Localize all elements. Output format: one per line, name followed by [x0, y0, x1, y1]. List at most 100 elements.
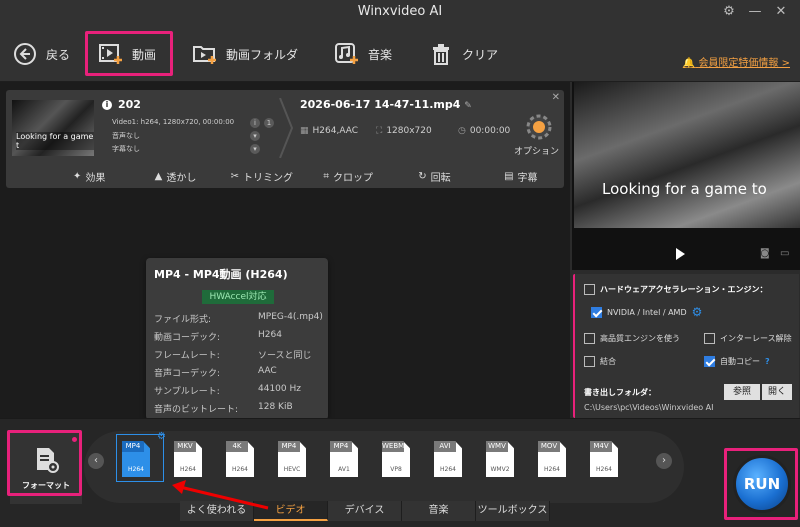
popup-key: フレームレート:	[154, 351, 220, 361]
format-item[interactable]: 4K H264	[226, 441, 254, 477]
audio-dropdown-icon[interactable]: ▾	[250, 131, 260, 141]
settings-gear-icon[interactable]: ⚙	[718, 3, 740, 21]
close-window-button[interactable]: ✕	[770, 3, 792, 21]
effect-button[interactable]: ✦ 効果	[46, 166, 132, 186]
format-codec-label: H264	[232, 466, 248, 473]
source-audio-info: 音声なし	[112, 132, 140, 140]
effect-label: 効果	[85, 172, 106, 184]
format-item[interactable]: MKV H264	[174, 441, 202, 477]
rotate-icon: ↻	[418, 170, 427, 182]
add-video-button[interactable]: 動画	[98, 34, 156, 74]
wand-icon: ✦	[72, 170, 82, 182]
format-container-label: AVI	[434, 441, 456, 452]
trim-button[interactable]: ✂ トリミング	[219, 166, 305, 186]
tab-video[interactable]: ビデオ	[254, 501, 328, 521]
back-label: 戻る	[46, 47, 71, 62]
popup-row: ファイル形式: MPEG-4(.mp4)	[154, 312, 324, 326]
scroll-left-icon[interactable]: ‹	[88, 453, 104, 469]
format-item[interactable]: AVI H264	[434, 441, 462, 477]
nvidia-checkbox[interactable]: NVIDIA / Intel / AMD ⚙	[591, 305, 702, 319]
scissors-icon: ✂	[230, 170, 240, 182]
tab-device[interactable]: デバイス	[328, 501, 402, 521]
help-icon[interactable]: ?	[765, 357, 770, 366]
watermark-label: 透かし	[166, 172, 197, 184]
app-title: Winxvideo AI	[357, 4, 443, 19]
bell-icon: 🔔	[682, 58, 696, 69]
tab-common[interactable]: よく使われる	[180, 501, 254, 521]
settings-panel: ハードウェアアクセラレーション・エンジン： NVIDIA / Intel / A…	[575, 274, 799, 418]
deinterlace-checkbox[interactable]: インターレース解除	[704, 333, 792, 344]
info-icon[interactable]: i	[102, 100, 112, 110]
format-codec-label: VP8	[390, 466, 402, 473]
add-video-folder-button[interactable]: 動画フォルダ	[192, 34, 298, 74]
nvidia-box[interactable]	[591, 306, 602, 318]
popup-key: 音声のビットレート:	[154, 405, 239, 415]
add-music-button[interactable]: 音楽	[334, 34, 392, 74]
back-button[interactable]: 戻る	[12, 34, 70, 74]
popup-row: 音声コーデック: AAC	[154, 366, 324, 380]
format-item[interactable]: MP4 HEVC	[278, 441, 306, 477]
popup-value: 128 KiB	[258, 402, 293, 412]
clear-label: クリア	[462, 47, 499, 62]
source-subtitle-info: 字幕なし	[112, 145, 140, 153]
scroll-right-icon[interactable]: ›	[656, 453, 672, 469]
codec-option-gear-icon[interactable]	[524, 112, 554, 142]
hw-engine-box[interactable]	[584, 284, 595, 295]
hq-engine-box[interactable]	[584, 333, 595, 344]
output-resolution-text: 1280x720	[386, 126, 432, 136]
output-filename[interactable]: 2026-06-17 14-47-11.mp4 ✎	[300, 98, 472, 111]
format-item[interactable]: M4V H264	[590, 441, 618, 477]
format-codec-label: HEVC	[283, 466, 301, 473]
remove-task-icon[interactable]: ✕	[552, 92, 560, 103]
rotate-button[interactable]: ↻ 回転	[391, 166, 477, 186]
subtitle-dropdown-icon[interactable]: ▾	[250, 144, 260, 154]
output-path: C:\Users\pc\Videos\Winxvideo AI	[584, 403, 714, 412]
deinterlace-box[interactable]	[704, 333, 715, 344]
source-filename: 202	[118, 98, 141, 111]
crop-button[interactable]: ⌗ クロップ	[305, 166, 391, 186]
info-small-icon[interactable]: i	[250, 118, 260, 128]
merge-box[interactable]	[584, 356, 595, 367]
play-icon[interactable]	[676, 248, 685, 260]
auto-copy-box[interactable]	[704, 356, 715, 367]
snapshot-camera-icon[interactable]: ◙	[760, 248, 770, 259]
format-category-tabs: よく使われる ビデオ デバイス 音楽 ツールボックス	[180, 501, 572, 521]
format-codec-label: H264	[596, 466, 612, 473]
option-label[interactable]: オプション	[514, 144, 559, 157]
source-thumbnail[interactable]: Looking for a game t	[12, 100, 94, 156]
format-gear-icon[interactable]: ⚙	[157, 431, 166, 442]
open-folder-button[interactable]: 開く	[762, 384, 792, 400]
resolution-icon: ⛶	[376, 126, 383, 136]
minimize-button[interactable]: —	[744, 3, 766, 21]
format-item[interactable]: WMV WMV2	[486, 441, 514, 477]
hw-settings-gear-icon[interactable]: ⚙	[692, 305, 703, 319]
folder-icon[interactable]: ▭	[780, 248, 789, 259]
format-container-label: MP4	[330, 441, 352, 452]
video-preview[interactable]: Looking for a game to	[574, 82, 800, 228]
merge-checkbox[interactable]: 結合	[584, 356, 616, 367]
output-duration: ◷ 00:00:00	[458, 126, 510, 136]
run-button[interactable]: RUN	[733, 455, 791, 513]
subtitle-button[interactable]: ▤ 字幕	[478, 166, 564, 186]
edit-pencil-icon[interactable]: ✎	[464, 101, 472, 111]
thumbnail-caption: Looking for a game t	[16, 132, 94, 150]
tab-toolbox[interactable]: ツールボックス	[476, 501, 550, 521]
browse-button[interactable]: 参照	[724, 384, 760, 400]
format-item[interactable]: MP4 AV1	[330, 441, 358, 477]
hw-engine-checkbox[interactable]: ハードウェアアクセラレーション・エンジン：	[584, 284, 767, 295]
clear-button[interactable]: クリア	[428, 34, 498, 74]
auto-copy-checkbox[interactable]: 自動コピー?	[704, 356, 770, 367]
source-video-info: Video1: h264, 1280x720, 00:00:00	[112, 118, 235, 126]
tab-music[interactable]: 音楽	[402, 501, 476, 521]
format-item[interactable]: MOV H264	[538, 441, 566, 477]
format-info-popup: MP4 - MP4動画 (H264) HWAccel対応 ファイル形式: MPEG…	[146, 258, 328, 420]
back-arrow-icon	[12, 41, 38, 67]
hq-engine-checkbox[interactable]: 高品質エンジンを使う	[584, 333, 680, 344]
promo-link[interactable]: 🔔 会員限定特価情報 >	[683, 54, 790, 69]
format-codec-label: AV1	[338, 466, 350, 473]
format-item[interactable]: WEBM VP8	[382, 441, 410, 477]
video-track-icon[interactable]: 1	[264, 118, 274, 128]
clock-icon: ◷	[458, 126, 466, 136]
preview-caption: Looking for a game to	[602, 180, 767, 198]
watermark-button[interactable]: ▲ 透かし	[132, 166, 218, 186]
